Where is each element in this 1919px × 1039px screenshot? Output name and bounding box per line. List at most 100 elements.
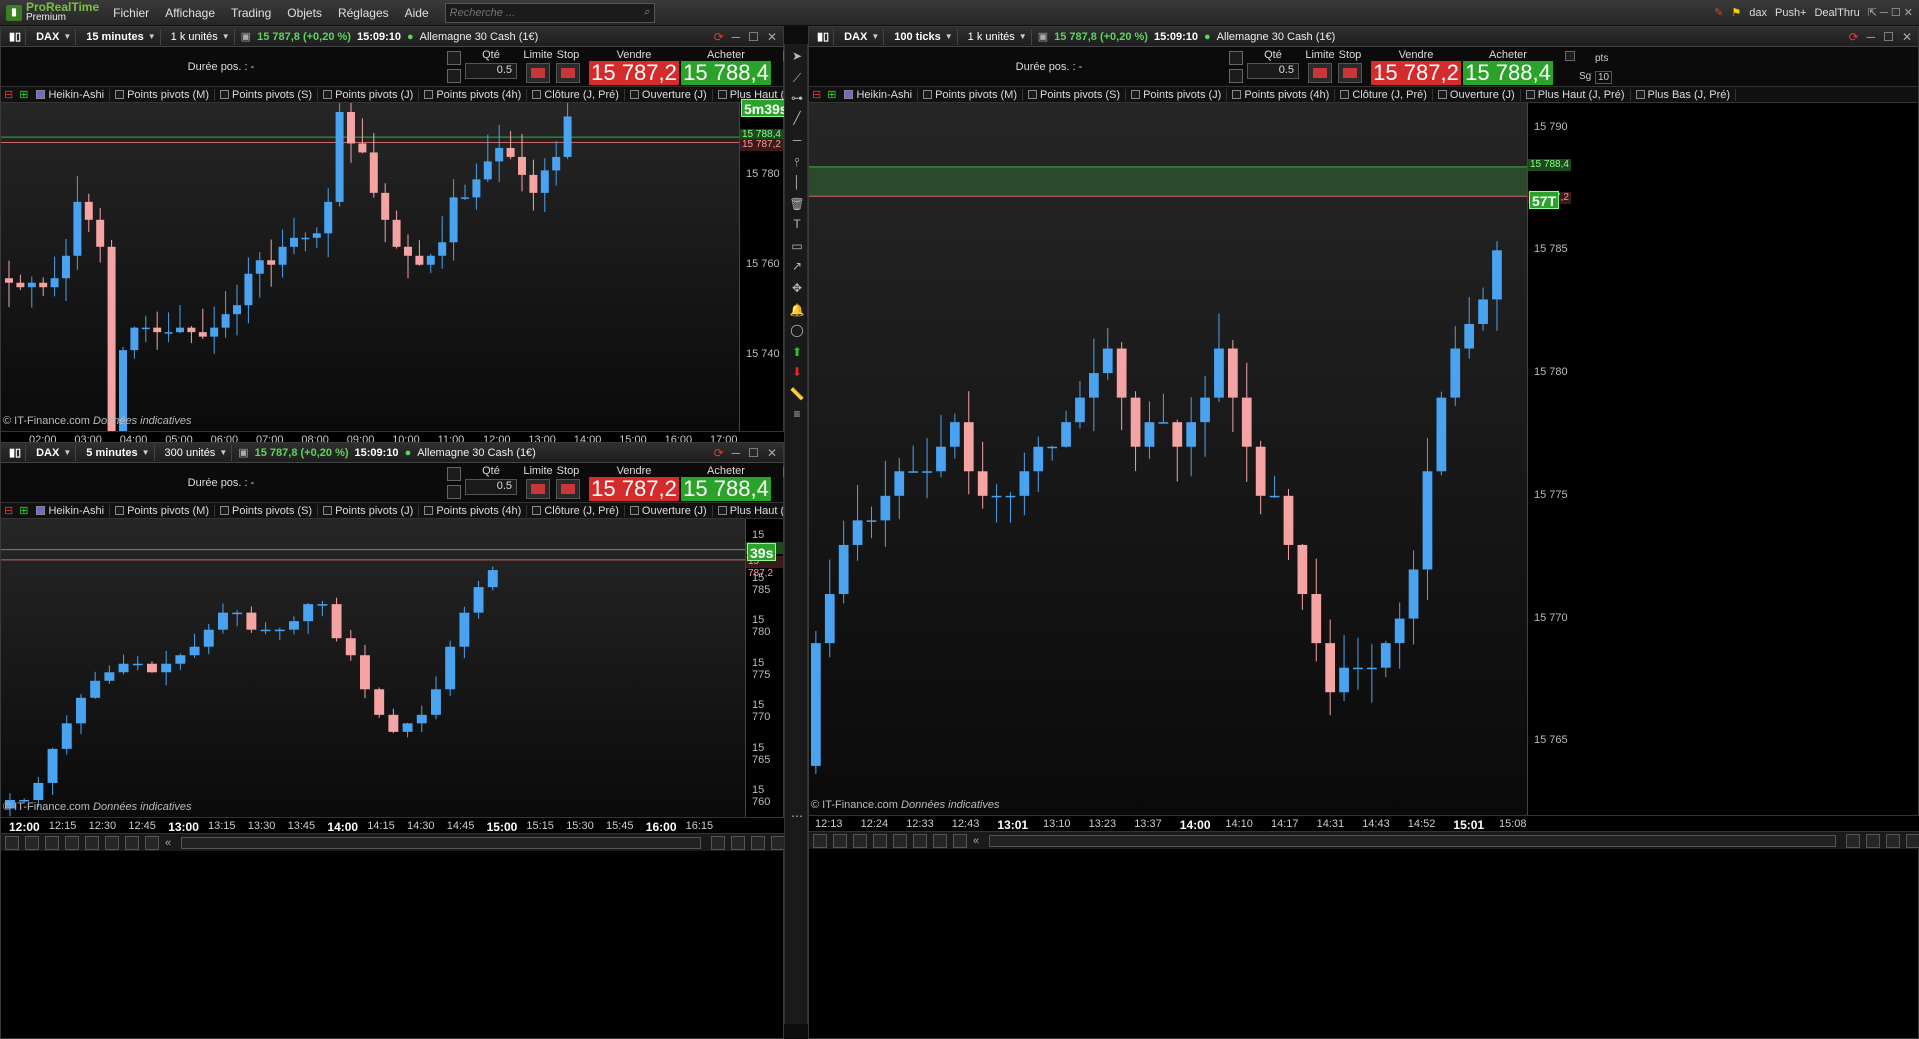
search-icon[interactable]: ⌕: [644, 6, 650, 19]
checkbox-icon[interactable]: [717, 506, 727, 515]
keyboard-icon[interactable]: [447, 69, 461, 83]
units-selector[interactable]: 300 unités ▼: [161, 444, 233, 461]
pencil-icon[interactable]: [813, 833, 827, 848]
refresh-icon[interactable]: ⟳: [714, 446, 724, 460]
ellipse-icon[interactable]: ◯: [789, 322, 805, 338]
dealthru-button[interactable]: DealThru: [1814, 7, 1859, 19]
refresh-icon[interactable]: ⟳: [714, 30, 724, 44]
stop-order-button[interactable]: Stop: [1335, 49, 1365, 85]
indicator-toggle[interactable]: Points pivots (S): [215, 504, 319, 517]
buy-button[interactable]: Acheter 15 788,4: [681, 465, 771, 501]
search-input[interactable]: [449, 6, 644, 19]
checkbox-icon[interactable]: [1340, 90, 1350, 99]
segment-icon[interactable]: ⟋: [789, 70, 805, 86]
buy-button[interactable]: Acheter 15 788,4: [681, 49, 771, 85]
checkbox-icon[interactable]: [629, 506, 639, 515]
checkbox-icon[interactable]: [629, 90, 639, 99]
indicator-toggle[interactable]: Plus Haut (J, Pré): [1521, 88, 1631, 101]
indicator-remove-icon[interactable]: ⊟: [809, 88, 824, 101]
menu-reglages[interactable]: Réglages: [330, 6, 397, 20]
checkbox-icon[interactable]: [1525, 90, 1535, 99]
maximize-icon[interactable]: ☐: [748, 446, 759, 460]
checkbox-icon[interactable]: [220, 90, 229, 99]
checkbox-icon[interactable]: [1028, 90, 1037, 99]
menu-fichier[interactable]: Fichier: [105, 6, 157, 20]
indicator-toggle[interactable]: Ouverture (J): [625, 88, 713, 101]
text-icon[interactable]: T: [789, 216, 805, 232]
maximize-icon[interactable]: ☐: [748, 30, 759, 44]
timeframe-selector[interactable]: 5 minutes ▼: [82, 444, 155, 461]
zoom-out-icon[interactable]: [731, 835, 745, 850]
zoom-in-icon[interactable]: [1886, 833, 1900, 848]
drawing-icon[interactable]: ✎: [1714, 6, 1723, 19]
tools-icon[interactable]: [447, 51, 461, 65]
minimize-icon[interactable]: ─: [732, 30, 741, 44]
export-icon[interactable]: [145, 835, 159, 850]
indicator-toggle[interactable]: Points pivots (M): [918, 88, 1023, 101]
quantity-field[interactable]: Qté 0.5: [1247, 49, 1299, 85]
share-icon[interactable]: [45, 835, 59, 850]
chart-type-icon[interactable]: ▮▯: [5, 28, 27, 45]
close-icon[interactable]: ✕: [767, 30, 777, 44]
quantity-input[interactable]: 0.5: [465, 63, 517, 79]
indicator-toggle[interactable]: Points pivots (M): [110, 504, 215, 517]
indicator-toggle[interactable]: Points pivots (S): [1023, 88, 1127, 101]
settings-icon[interactable]: [1906, 833, 1919, 848]
keyboard-icon[interactable]: [447, 485, 461, 499]
checkbox-icon[interactable]: [1232, 90, 1242, 99]
time-axis[interactable]: 12:00 12:15 12:30 12:45 13:00 13:15 13:30 13:45…: [1, 817, 785, 834]
line-icon[interactable]: ╱: [789, 110, 805, 126]
symbol-selector[interactable]: DAX ▼: [840, 28, 885, 45]
indicator-add-icon[interactable]: ⊞: [16, 88, 31, 101]
indicator-toggle[interactable]: Plus Haut (J, Pré): [713, 505, 783, 517]
quantity-field[interactable]: Qté 0.5: [465, 49, 517, 85]
flag-icon[interactable]: ⚑: [1731, 6, 1741, 19]
sell-button[interactable]: Vendre 15 787,2: [1371, 49, 1461, 85]
chart-type-icon[interactable]: ▮▯: [5, 444, 27, 461]
quantity-field[interactable]: Qté 0.5: [465, 465, 517, 501]
menu-affichage[interactable]: Affichage: [157, 6, 223, 20]
checkbox-icon[interactable]: [115, 506, 125, 515]
minimize-icon[interactable]: ─: [732, 446, 741, 460]
zoom-in-icon[interactable]: [751, 835, 765, 850]
symbol-selector[interactable]: DAX ▼: [32, 28, 77, 45]
indicator-remove-icon[interactable]: ⊟: [1, 88, 16, 101]
vline-icon[interactable]: ⫯: [789, 154, 805, 170]
indicator-toggle[interactable]: Points pivots (J): [318, 88, 420, 101]
pts-value[interactable]: 10: [1595, 71, 1613, 84]
table-icon[interactable]: [913, 833, 927, 848]
user-label[interactable]: dax: [1749, 7, 1767, 19]
info-icon[interactable]: ▣: [241, 30, 251, 43]
indicator-toggle[interactable]: Points pivots (S): [215, 88, 319, 101]
checkbox-icon[interactable]: [115, 90, 125, 99]
popup-icon[interactable]: [125, 835, 139, 850]
quantity-input[interactable]: 0.5: [1247, 63, 1299, 79]
indicator-toggle[interactable]: Points pivots (M): [110, 88, 215, 101]
close-icon[interactable]: ✕: [767, 446, 777, 460]
checkbox-l[interactable]: [1565, 51, 1575, 61]
stop-order-button[interactable]: Stop: [553, 49, 583, 85]
window-icon[interactable]: [65, 835, 79, 850]
settings-icon[interactable]: [771, 835, 785, 850]
checkbox-icon[interactable]: [1131, 90, 1141, 99]
indicator-toggle[interactable]: Heikin-Ashi: [31, 504, 111, 517]
indicator-toggle[interactable]: Heikin-Ashi: [839, 88, 919, 101]
symbol-selector[interactable]: DAX ▼: [32, 444, 77, 461]
checkbox-icon[interactable]: [424, 90, 434, 99]
indicator-remove-icon[interactable]: ⊟: [1, 504, 16, 517]
stop-order-button[interactable]: Stop: [553, 465, 583, 501]
indicator-toggle[interactable]: Clôture (J, Pré): [527, 88, 625, 101]
checkbox-icon[interactable]: [1437, 90, 1447, 99]
indicator-toggle[interactable]: Clôture (J, Pré): [1335, 88, 1433, 101]
units-selector[interactable]: 1 k unités ▼: [167, 28, 235, 45]
rectangle-icon[interactable]: ▭: [789, 238, 805, 254]
indicator-icon[interactable]: [833, 833, 847, 848]
menu-objets[interactable]: Objets: [279, 6, 330, 20]
maximize-icon[interactable]: ☐: [1883, 30, 1894, 44]
price-chart[interactable]: [1, 519, 745, 817]
popup-icon[interactable]: [933, 833, 947, 848]
indicator-toggle[interactable]: Points pivots (4h): [419, 88, 528, 101]
indicator-toggle[interactable]: Ouverture (J): [625, 504, 713, 517]
checkbox-icon[interactable]: [923, 90, 933, 99]
indicator-icon[interactable]: [25, 835, 39, 850]
